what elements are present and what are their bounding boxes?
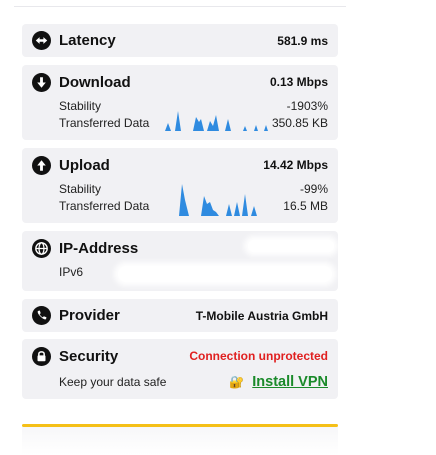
download-transferred-label: Transferred Data [59, 116, 150, 130]
upload-sparkline [179, 184, 257, 216]
globe-icon [32, 238, 51, 258]
lock-icon [32, 346, 51, 366]
ipv6-label: IPv6 [59, 265, 84, 279]
upload-title: Upload [59, 156, 110, 174]
latency-value: 581.9 ms [277, 33, 328, 48]
security-title: Security [59, 347, 119, 365]
security-card: Security Connection unprotected Keep you… [22, 339, 338, 399]
download-value: 0.13 Mbps [269, 75, 328, 89]
download-stability-label: Stability [59, 99, 102, 113]
latency-card: Latency 581.9 ms [22, 24, 338, 57]
ip-address-card: IP-Address IPv6 [22, 231, 338, 291]
upload-card: Upload 14.42 Mbps Stability -99% Transfe… [22, 148, 338, 223]
download-title: Download [59, 73, 131, 91]
install-vpn-link[interactable]: Install VPN [252, 374, 328, 390]
security-subtitle: Keep your data safe [59, 374, 167, 389]
next-section-peek [22, 427, 338, 455]
provider-title: Provider [59, 307, 120, 324]
latency-title: Latency [59, 32, 116, 49]
top-divider [14, 6, 346, 7]
upload-stability-value: -99% [299, 182, 328, 196]
phone-icon [32, 306, 51, 325]
redacted-ipv4 [248, 240, 334, 252]
security-status: Connection unprotected [189, 349, 328, 363]
padlock-emoji-icon: 🔐 [229, 374, 245, 389]
download-card: Download 0.13 Mbps Stability -1903% Tran… [22, 65, 338, 140]
provider-card: Provider T-Mobile Austria GmbH [22, 299, 338, 332]
upload-value: 14.42 Mbps [263, 158, 328, 172]
upload-transferred-label: Transferred Data [59, 199, 150, 213]
ip-address-title: IP-Address [59, 239, 139, 257]
upload-stability-label: Stability [59, 182, 102, 196]
provider-value: T-Mobile Austria GmbH [195, 308, 328, 323]
arrow-up-circle-icon [32, 155, 51, 175]
download-sparkline [165, 111, 268, 131]
download-stability-value: -1903% [286, 99, 328, 113]
upload-transferred-value: 16.5 MB [283, 199, 328, 213]
redacted-ipv6 [118, 266, 332, 282]
left-right-arrows-icon [32, 31, 51, 50]
arrow-down-circle-icon [32, 72, 51, 92]
